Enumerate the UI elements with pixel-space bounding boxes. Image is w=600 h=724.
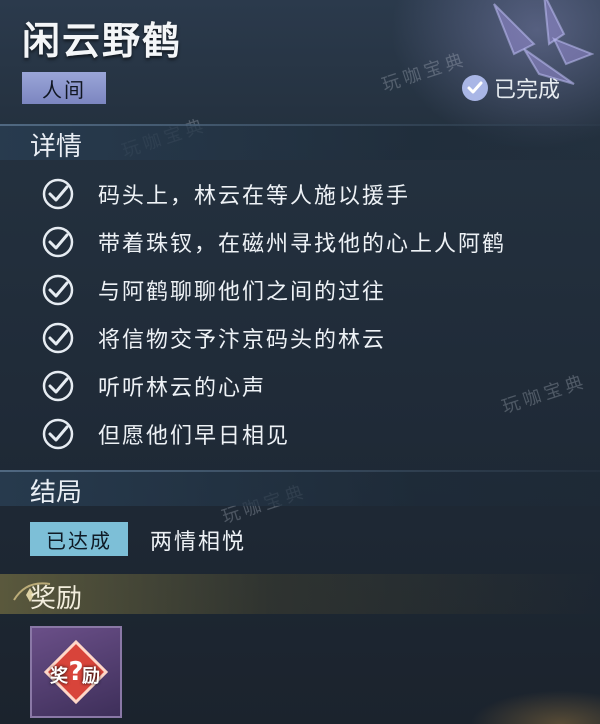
task-item: 码头上，林云在等人施以援手 [40, 176, 410, 212]
quest-title: 闲云野鹤 [22, 19, 183, 63]
check-circle-icon [42, 418, 74, 450]
details-heading: 详情 [30, 132, 83, 162]
completion-status: 已完成 [462, 72, 560, 104]
check-circle-icon [42, 226, 74, 258]
task-item: 将信物交予汴京码头的林云 [40, 320, 386, 356]
reward-char-2: 励 [82, 666, 100, 687]
task-item: 但愿他们早日相见 [40, 416, 290, 452]
check-circle-icon [42, 322, 74, 354]
category-tag: 人间 [22, 72, 106, 104]
ending-heading: 结局 [30, 478, 83, 508]
ending-header-bar [0, 470, 600, 506]
task-text: 带着珠钗，在磁州寻找他的心上人阿鹤 [98, 232, 507, 257]
details-header-bar [0, 124, 600, 160]
status-label: 已完成 [494, 78, 561, 103]
check-circle-icon [42, 274, 74, 306]
bottom-glow [470, 690, 600, 724]
task-text: 听听林云的心声 [98, 376, 267, 401]
task-text: 与阿鹤聊聊他们之间的过往 [98, 280, 387, 305]
check-circle-icon [42, 370, 74, 402]
reward-char-1: 奖 [50, 666, 68, 687]
task-item: 与阿鹤聊聊他们之间的过往 [40, 272, 386, 308]
ending-result: 两情相悦 [150, 530, 247, 555]
task-text: 码头上，林云在等人施以援手 [98, 184, 411, 209]
task-text: 将信物交予汴京码头的林云 [98, 328, 387, 353]
task-text: 但愿他们早日相见 [98, 424, 291, 449]
quest-panel: 闲云野鹤 人间 已完成 玩咖宝典 玩咖宝典 玩咖宝典 玩咖宝典 详情 码头上，林… [0, 0, 600, 724]
watermark: 玩咖宝典 [499, 370, 590, 419]
reward-heading: 奖励 [30, 584, 83, 614]
check-circle-icon [42, 178, 74, 210]
task-item: 听听林云的心声 [40, 368, 266, 404]
ending-achieved-badge: 已达成 [30, 522, 128, 556]
check-circle-icon [462, 75, 488, 101]
reward-header-bar [0, 574, 600, 614]
task-item: 带着珠钗，在磁州寻找他的心上人阿鹤 [40, 224, 506, 260]
reward-item-slot[interactable]: ? 奖 励 [30, 626, 122, 718]
